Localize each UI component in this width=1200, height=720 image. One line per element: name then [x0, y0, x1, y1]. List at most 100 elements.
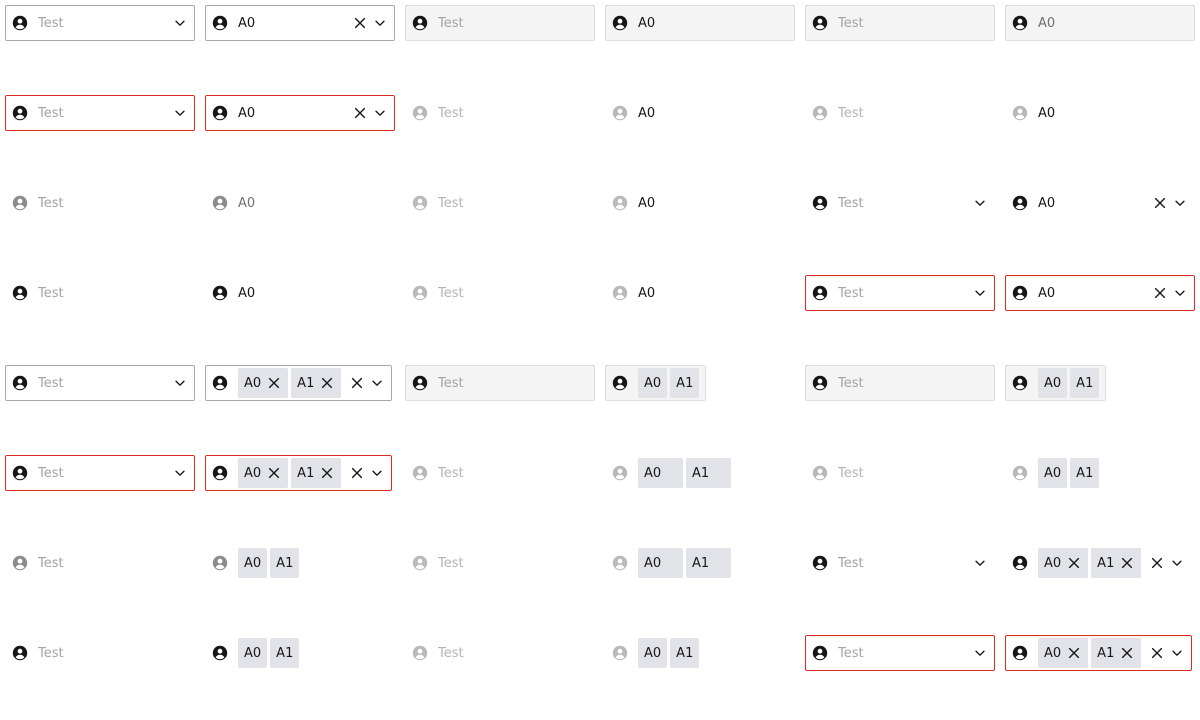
user-circle-icon — [12, 465, 28, 481]
select-cell: A0 — [605, 185, 795, 221]
chevron-down-icon[interactable] — [369, 375, 385, 391]
user-circle-icon — [12, 195, 28, 211]
selected-tag[interactable]: A0 — [238, 458, 289, 488]
select-controls — [972, 555, 988, 571]
close-icon[interactable] — [1066, 645, 1082, 661]
chevron-down-icon[interactable] — [172, 15, 188, 31]
select-field[interactable]: A0 — [205, 95, 395, 131]
selected-tag[interactable]: A1 — [1091, 638, 1142, 668]
chevron-down-icon[interactable] — [172, 465, 188, 481]
select-field[interactable]: Test — [805, 5, 995, 41]
select-field[interactable]: Test — [5, 95, 195, 131]
chevron-down-icon[interactable] — [1172, 285, 1188, 301]
selected-tags: A0 A1 — [1038, 458, 1100, 488]
close-icon[interactable] — [349, 375, 365, 391]
tag-label: A0 — [644, 375, 662, 391]
select-cell: Test — [5, 635, 195, 671]
close-icon[interactable] — [1119, 645, 1135, 661]
user-circle-icon — [812, 465, 828, 481]
selected-tag[interactable]: A1 — [1091, 548, 1142, 578]
select-field[interactable]: Test — [5, 5, 195, 41]
select-cell: A0 — [205, 185, 395, 221]
selected-tags: A0 A1 — [638, 548, 731, 578]
select-field[interactable]: Test — [805, 275, 995, 311]
select-field[interactable]: A0 A1 — [1005, 365, 1107, 401]
selected-tag[interactable]: A0 — [1038, 548, 1089, 578]
chevron-down-icon[interactable] — [972, 555, 988, 571]
select-field: Test — [805, 95, 871, 131]
select-cell: A0 A1 — [605, 545, 795, 581]
select-field[interactable]: A0 — [1005, 275, 1195, 311]
select-field[interactable]: Test — [5, 455, 195, 491]
close-icon[interactable] — [1149, 645, 1165, 661]
select-field[interactable]: A0 A1 — [605, 365, 707, 401]
select-cell: A0 A1 — [1005, 635, 1195, 671]
select-controls — [172, 15, 188, 31]
user-circle-icon — [12, 105, 28, 121]
select-field[interactable]: A0 — [1005, 5, 1195, 41]
select-field[interactable]: A0 A1 — [1005, 545, 1195, 581]
chevron-down-icon[interactable] — [972, 645, 988, 661]
selected-tag[interactable]: A1 — [291, 458, 342, 488]
chevron-down-icon[interactable] — [972, 285, 988, 301]
chevron-down-icon[interactable] — [372, 105, 388, 121]
close-icon[interactable] — [352, 15, 368, 31]
select-field[interactable]: Test — [805, 545, 995, 581]
chevron-down-icon[interactable] — [1169, 555, 1185, 571]
chevron-down-icon[interactable] — [372, 15, 388, 31]
select-field: Test — [405, 635, 471, 671]
select-field[interactable]: Test — [805, 185, 995, 221]
close-icon[interactable] — [1152, 285, 1168, 301]
select-cell: A0 A1 — [605, 635, 795, 671]
user-circle-icon — [612, 645, 628, 661]
close-icon[interactable] — [1152, 195, 1168, 211]
chevron-down-icon[interactable] — [172, 105, 188, 121]
user-circle-icon — [1012, 375, 1028, 391]
select-placeholder: Test — [438, 465, 464, 481]
selected-tag[interactable]: A1 — [291, 368, 342, 398]
chevron-down-icon[interactable] — [1172, 195, 1188, 211]
close-icon[interactable] — [319, 375, 335, 391]
user-circle-icon — [212, 195, 228, 211]
select-field: A0 A1 — [605, 545, 738, 581]
select-value: A0 — [638, 195, 656, 211]
close-icon[interactable] — [1119, 555, 1135, 571]
close-icon[interactable] — [266, 375, 282, 391]
close-icon[interactable] — [266, 465, 282, 481]
select-field[interactable]: A0 A1 — [1005, 635, 1193, 671]
selected-tag[interactable]: A0 — [1038, 638, 1089, 668]
select-field[interactable]: Test — [5, 365, 195, 401]
select-field[interactable]: Test — [405, 5, 595, 41]
close-icon[interactable] — [319, 465, 335, 481]
selected-tag[interactable]: A0 — [238, 368, 289, 398]
user-circle-icon — [812, 15, 828, 31]
user-circle-icon — [12, 375, 28, 391]
chevron-down-icon[interactable] — [1169, 645, 1185, 661]
select-placeholder: Test — [438, 195, 464, 211]
close-icon[interactable] — [352, 105, 368, 121]
close-icon[interactable] — [1066, 555, 1082, 571]
user-circle-icon — [1012, 645, 1028, 661]
tag-label: A0 — [244, 645, 262, 661]
select-controls — [349, 465, 385, 481]
chevron-down-icon[interactable] — [369, 465, 385, 481]
select-field[interactable]: Test — [805, 635, 995, 671]
select-field[interactable]: A0 A1 — [205, 455, 393, 491]
select-field[interactable]: A0 — [605, 5, 795, 41]
chevron-down-icon[interactable] — [972, 195, 988, 211]
chevron-down-icon[interactable] — [172, 375, 188, 391]
select-field[interactable]: Test — [405, 365, 595, 401]
select-field[interactable]: A0 A1 — [205, 365, 393, 401]
close-icon[interactable] — [1149, 555, 1165, 571]
tag-label: A1 — [676, 375, 694, 391]
selected-tags: A0 A1 — [238, 458, 342, 488]
select-field[interactable]: A0 — [205, 5, 395, 41]
close-icon[interactable] — [349, 465, 365, 481]
user-circle-icon — [1012, 195, 1028, 211]
select-field: A0 — [605, 185, 662, 221]
selected-tags: A0 A1 — [238, 548, 300, 578]
user-circle-icon — [1012, 105, 1028, 121]
select-field[interactable]: A0 — [1005, 185, 1195, 221]
selected-tag: A0 — [638, 548, 683, 578]
select-field[interactable]: Test — [805, 365, 995, 401]
